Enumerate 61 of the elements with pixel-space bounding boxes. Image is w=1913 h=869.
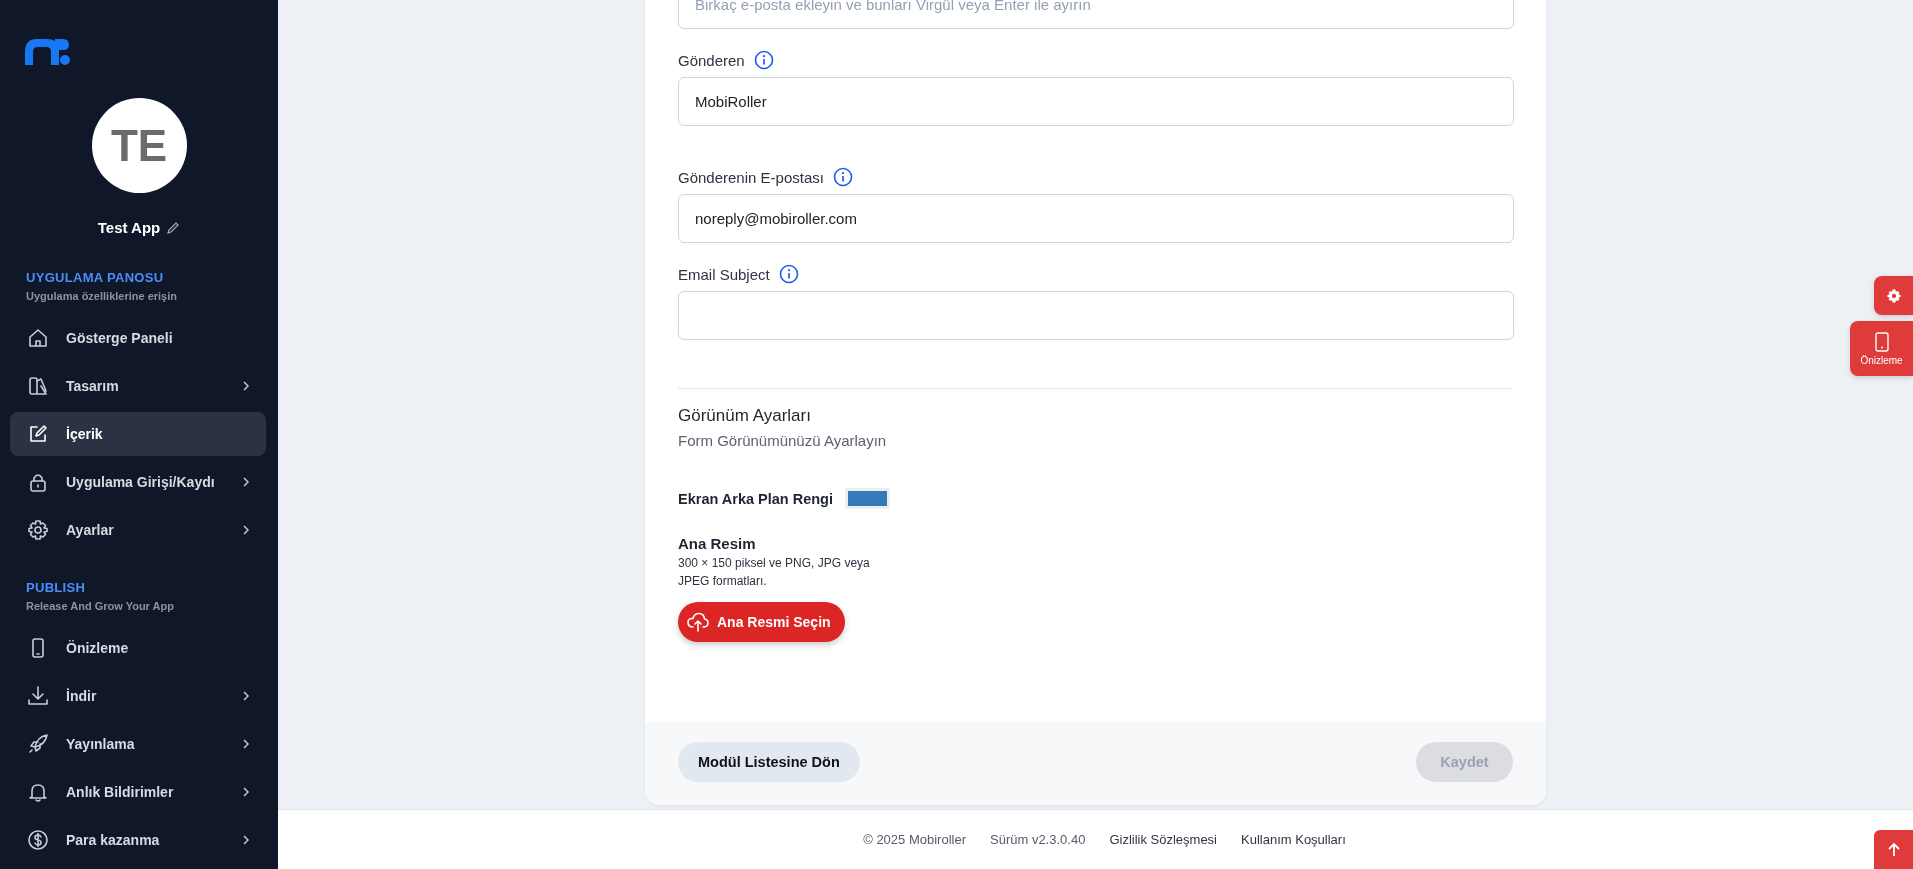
section-subtitle: Release And Grow Your App (26, 600, 175, 612)
image-title: Ana Resim (678, 535, 757, 552)
nav-item[interactable]: Para kazanma (10, 818, 266, 862)
nav-item[interactable]: Önizleme (10, 626, 266, 670)
upload-button[interactable]: Ana Resmi Seçin (678, 602, 845, 642)
info-icon[interactable] (832, 167, 853, 187)
avatar: TE (91, 98, 187, 193)
nav-item[interactable]: Tasarım (10, 364, 266, 408)
input-field[interactable]: MobiRoller (678, 77, 1514, 126)
nav-item[interactable]: Ayarlar (10, 508, 266, 552)
chevron-icon (242, 787, 250, 797)
footer-link[interactable]: Gizlilik Sözleşmesi (1109, 832, 1217, 847)
field-label: Gönderenin E-postası (678, 168, 824, 186)
lock-icon (27, 471, 49, 493)
dollar-icon (27, 829, 49, 851)
nav-item[interactable]: Yayınlama (10, 722, 266, 766)
section-subtitle: Uygulama özelliklerine erişin (26, 290, 178, 302)
settings-icon (1885, 287, 1902, 304)
input-field[interactable]: Birkaç e-posta ekleyin ve bunları Virgül veya Enter ile ayırın (678, 0, 1514, 29)
chevron-icon (242, 477, 250, 487)
nav-item[interactable]: İçerik (10, 412, 266, 456)
input-field[interactable]: noreply@mobiroller.com (678, 194, 1514, 243)
edit-icon (27, 423, 49, 445)
logo-icon (25, 38, 71, 66)
download-icon (27, 685, 49, 707)
pencil-icon[interactable] (166, 220, 181, 235)
section-title: UYGULAMA PANOSU (26, 270, 165, 285)
footer-text: © 2025 Mobiroller (863, 832, 966, 847)
input-field[interactable] (678, 291, 1514, 340)
nav-item[interactable]: Gösterge Paneli (10, 316, 266, 360)
cloud-upload-icon (687, 612, 709, 632)
chevron-icon (242, 739, 250, 749)
section-title: PUBLISH (26, 580, 87, 595)
gear-icon (27, 519, 49, 541)
image-hint: 300 × 150 piksel ve PNG, JPG veya JPEG formatları. (678, 555, 871, 590)
app-name: Test App (97, 219, 161, 236)
nav-item[interactable]: İndir (10, 674, 266, 718)
field-label: Email Subject (678, 265, 770, 283)
rocket-icon (27, 733, 49, 755)
nav-item[interactable]: Uygulama Girişi/Kaydı (10, 460, 266, 504)
back-button[interactable]: Modül Listesine Dön (678, 742, 860, 782)
info-icon[interactable] (778, 264, 799, 284)
home-icon (27, 327, 49, 349)
section-heading: Görünüm Ayarları (678, 406, 812, 426)
bell-icon (27, 781, 49, 803)
design-icon (27, 375, 49, 397)
preview-button[interactable]: Önizleme (1850, 321, 1913, 376)
footer-link[interactable]: Kullanım Koşulları (1241, 832, 1346, 847)
chevron-icon (242, 691, 250, 701)
chevron-icon (242, 835, 250, 845)
chevron-icon (242, 381, 250, 391)
settings-button[interactable] (1874, 276, 1913, 315)
chevron-icon (242, 525, 250, 535)
color-label: Ekran Arka Plan Rengi (678, 490, 833, 507)
field-label: Gönderen (678, 51, 745, 69)
info-icon[interactable] (753, 50, 774, 70)
scroll-top-button[interactable] (1874, 830, 1913, 869)
nav-item[interactable]: Anlık Bildirimler (10, 770, 266, 814)
footer-text: Sürüm v2.3.0.40 (990, 832, 1086, 847)
phone-icon (1874, 331, 1889, 352)
section-subtitle: Form Görünümünüzü Ayarlayın (678, 432, 888, 449)
